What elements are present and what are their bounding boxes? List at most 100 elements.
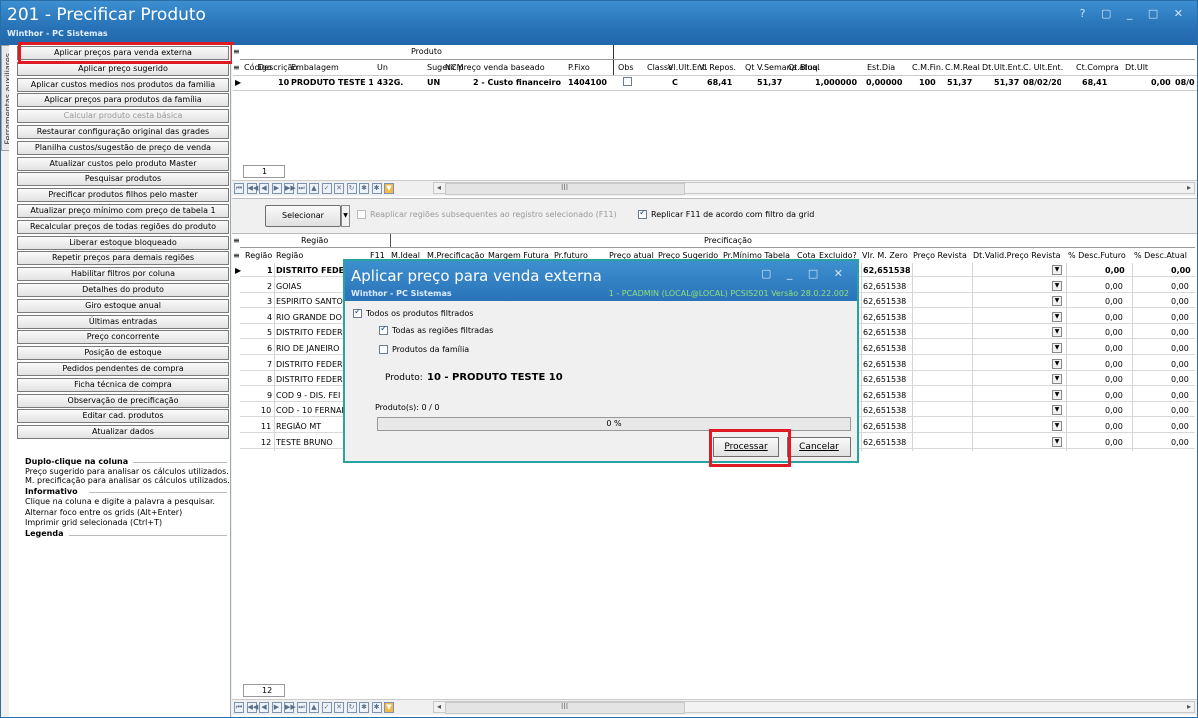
left-button-22[interactable]: Observação de precificação (17, 393, 229, 408)
next-page-icon[interactable]: ▶▶ (284, 183, 296, 194)
left-button-14[interactable]: Habilitar filtros por coluna (17, 267, 229, 282)
left-button-4[interactable]: Calcular produto cesta básica (17, 109, 229, 124)
revista-date-dropdown-icon[interactable]: ▼ (1052, 280, 1062, 291)
region-col-header-12[interactable]: Vlr. M. Zero (862, 251, 908, 260)
left-button-3[interactable]: Aplicar preços para produtos da família (17, 93, 229, 108)
product-col-header-12[interactable]: Qt.Bloq. (788, 63, 820, 72)
scroll-left-arrow-icon[interactable]: ◂ (437, 702, 441, 711)
revista-date-dropdown-icon[interactable]: ▼ (1052, 421, 1062, 431)
left-button-20[interactable]: Pedidos pendentes de compra (17, 362, 229, 376)
left-button-7[interactable]: Atualizar custos pelo produto Master (17, 156, 229, 171)
revista-date-dropdown-icon[interactable]: ▼ (1052, 374, 1062, 385)
next-record-icon[interactable]: ▶ (271, 702, 282, 713)
filter-icon[interactable]: ✱ (359, 702, 369, 713)
scroll-right-arrow-icon[interactable]: ▸ (1187, 702, 1191, 711)
cancel-button[interactable]: Cancelar (787, 437, 851, 457)
revista-date-dropdown-icon[interactable]: ▼ (1052, 311, 1062, 322)
insert-icon[interactable]: ▲ (309, 183, 319, 194)
select-dropdown-icon[interactable]: ▼ (341, 205, 350, 227)
product-col-header-18[interactable]: Ct.Compra (1076, 63, 1119, 72)
product-col-header-2[interactable]: Embalagem (291, 63, 339, 72)
last-record-icon[interactable]: ⏭ (296, 183, 307, 194)
product-grid-menu-icon[interactable]: ≡ (233, 63, 240, 72)
left-button-8[interactable]: Pesquisar produtos (17, 172, 229, 187)
first-record-icon[interactable]: ⏮ (234, 702, 244, 713)
product-col-header-10[interactable]: Vl Repos. (699, 63, 736, 72)
all-products-checkbox[interactable]: Todos os produtos filtrados (353, 309, 473, 318)
dropdown-icon[interactable]: ▼ (384, 183, 394, 194)
next-page-icon[interactable]: ▶▶ (284, 702, 296, 713)
refresh-icon[interactable]: ↻ (346, 183, 357, 194)
revista-date-dropdown-icon[interactable]: ▼ (1052, 327, 1062, 338)
confirm-icon[interactable]: ✓ (321, 183, 332, 194)
prev-page-icon[interactable]: ◀◀ (246, 183, 258, 194)
revista-date-dropdown-icon[interactable]: ▼ (1052, 296, 1062, 307)
product-col-header-17[interactable]: C. Ult.Ent. (1023, 63, 1063, 72)
region-col-header-15[interactable]: % Desc.Futuro (1068, 251, 1126, 260)
insert-icon[interactable]: ▲ (309, 702, 319, 713)
product-col-header-16[interactable]: Dt.Ult.Ent. (982, 63, 1023, 72)
product-col-header-13[interactable]: Est.Dia (867, 63, 895, 72)
product-col-header-15[interactable]: C.M.Real (945, 63, 980, 72)
replicate-checkbox[interactable]: Replicar F11 de acordo com filtro da gri… (638, 210, 814, 219)
revista-date-dropdown-icon[interactable]: ▼ (1052, 436, 1062, 447)
left-button-23[interactable]: Editar cad. produtos (17, 409, 229, 424)
next-record-icon[interactable]: ▶ (271, 183, 282, 194)
revista-date-dropdown-icon[interactable]: ▼ (1052, 405, 1062, 416)
scroll-right-arrow-icon[interactable]: ▸ (1187, 183, 1191, 192)
window-controls[interactable]: ? ▢ _ □ ✕ (1080, 7, 1189, 20)
left-button-21[interactable]: Ficha técnica de compra (17, 377, 229, 392)
revista-date-dropdown-icon[interactable]: ▼ (1052, 358, 1062, 369)
dropdown-icon[interactable]: ▼ (384, 702, 394, 713)
filter-icon[interactable]: ✱ (359, 183, 369, 194)
region-col-header-13[interactable]: Preço Revista (913, 251, 967, 260)
region-col-header-0[interactable]: Região (245, 251, 272, 260)
prev-page-icon[interactable]: ◀◀ (246, 702, 258, 713)
left-button-5[interactable]: Restaurar configuração original das grad… (17, 125, 229, 139)
left-button-11[interactable]: Recalcular preços de todas regiões do pr… (17, 219, 229, 234)
clear-filter-icon[interactable]: ✱ (371, 702, 382, 713)
left-button-17[interactable]: Últimas entradas (17, 314, 229, 329)
product-col-header-6[interactable]: P.Fixo (568, 63, 590, 72)
scroll-left-arrow-icon[interactable]: ◂ (437, 183, 441, 192)
family-products-checkbox[interactable]: Produtos da família (379, 345, 469, 354)
refresh-icon[interactable]: ↻ (346, 702, 357, 713)
prev-record-icon[interactable]: ◀ (259, 702, 269, 713)
confirm-icon[interactable]: ✓ (321, 702, 332, 713)
left-button-15[interactable]: Detalhes do produto (17, 283, 229, 297)
left-button-2[interactable]: Aplicar custos medios nos produtos da fa… (17, 77, 229, 92)
product-col-header-3[interactable]: Un (377, 63, 388, 72)
first-record-icon[interactable]: ⏮ (234, 183, 244, 194)
left-button-18[interactable]: Preço concorrente (17, 330, 229, 345)
left-button-13[interactable]: Repetir preços para demais regiões (17, 251, 229, 266)
clear-filter-icon[interactable]: ✱ (371, 183, 382, 194)
reapply-checkbox[interactable]: Reaplicar regiões subsequentes ao regist… (357, 210, 617, 219)
revista-date-dropdown-icon[interactable]: ▼ (1052, 389, 1062, 400)
product-col-header-5[interactable]: NCM (445, 63, 463, 72)
select-button[interactable]: Selecionar (265, 205, 341, 227)
cancel-edit-icon[interactable]: ✕ (334, 702, 344, 713)
left-button-6[interactable]: Planilha custos/sugestão de preço de ven… (17, 140, 229, 155)
cancel-edit-icon[interactable]: ✕ (334, 183, 344, 194)
dialog-controls[interactable]: ▢ _ □ ✕ (761, 267, 849, 280)
product-col-header-7[interactable]: Obs (618, 63, 634, 72)
region-col-header-14[interactable]: Dt.Valid.Preço Revista (973, 251, 1061, 260)
left-button-24[interactable]: Atualizar dados (17, 425, 229, 440)
prev-record-icon[interactable]: ◀ (259, 183, 269, 194)
product-col-header-14[interactable]: C.M.Fin. (912, 63, 943, 72)
left-button-10[interactable]: Atualizar preço mínimo com preço de tabe… (17, 204, 229, 218)
left-button-9[interactable]: Precificar produtos filhos pelo master (17, 188, 229, 203)
product-col-header-19[interactable]: Dt.Ult (1125, 63, 1148, 72)
region-grid-menu-icon[interactable]: ≡ (233, 251, 240, 260)
left-button-16[interactable]: Giro estoque anual (17, 298, 229, 313)
region-number: 8 (267, 375, 273, 385)
region-col-header-1[interactable]: Região (276, 251, 303, 260)
left-button-19[interactable]: Posição de estoque (17, 346, 229, 361)
left-button-12[interactable]: Liberar estoque bloqueado (17, 235, 229, 250)
revista-date-dropdown-icon[interactable]: ▼ (1052, 265, 1062, 275)
all-regions-checkbox[interactable]: Todas as regiões filtradas (379, 326, 493, 335)
region-col-header-16[interactable]: % Desc.Atual (1134, 251, 1187, 260)
revista-date-dropdown-icon[interactable]: ▼ (1052, 343, 1062, 353)
last-record-icon[interactable]: ⏭ (296, 702, 307, 713)
product-fixed-checkbox[interactable] (623, 77, 636, 86)
